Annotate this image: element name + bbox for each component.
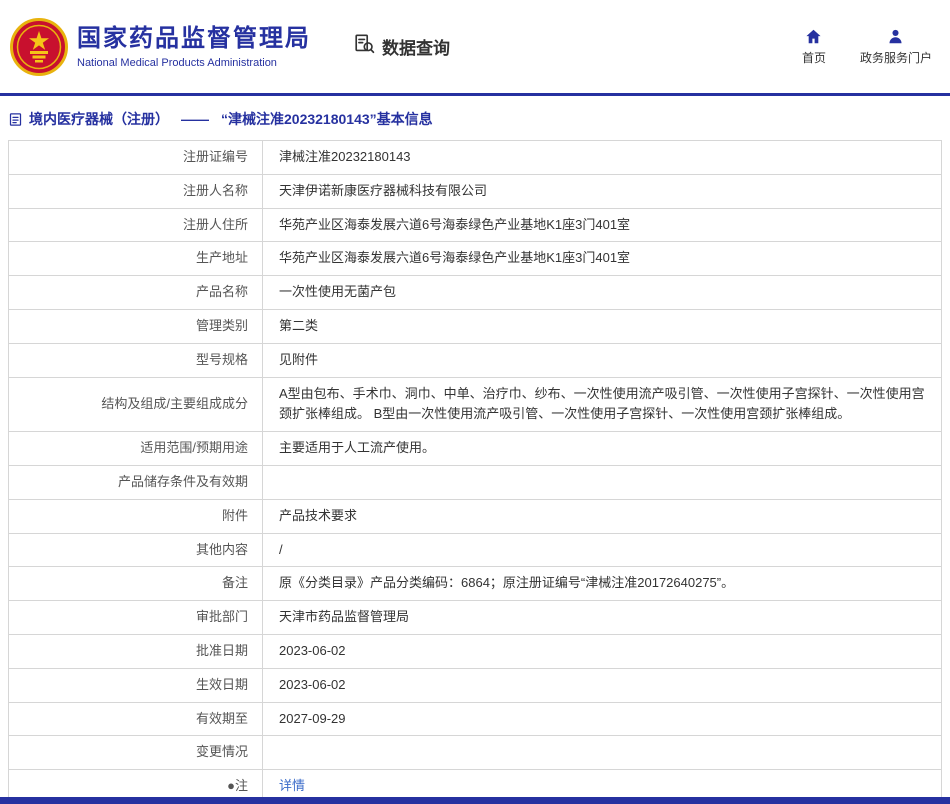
- header-divider: [0, 93, 950, 96]
- row-value: [262, 735, 942, 771]
- info-table-body: 注册证编号 津械注准20232180143 注册人名称 天津伊诺新康医疗器械科技…: [8, 140, 942, 804]
- site-header: 国家药品监督管理局 National Medical Products Admi…: [0, 0, 950, 93]
- row-value: 天津伊诺新康医疗器械科技有限公司: [262, 173, 942, 209]
- row-value: 第二类: [262, 308, 942, 344]
- row-label: 适用范围/预期用途: [8, 431, 263, 466]
- table-row: 审批部门 天津市药品监督管理局: [8, 600, 942, 635]
- row-label: 生产地址: [8, 241, 263, 277]
- table-row: 有效期至 2027-09-29: [8, 701, 942, 737]
- table-row: 注册证编号 津械注准20232180143: [8, 140, 942, 175]
- table-row: 备注 原《分类目录》产品分类编码：6864；原注册证编号“津械注准2017264…: [8, 566, 942, 602]
- row-value: 华苑产业区海泰发展六道6号海泰绿色产业基地K1座3门401室: [262, 241, 942, 277]
- table-row: 注册人住所 华苑产业区海泰发展六道6号海泰绿色产业基地K1座3门401室: [8, 207, 942, 243]
- nav-portal[interactable]: 政务服务门户: [860, 28, 932, 66]
- info-table: 注册证编号 津械注准20232180143 注册人名称 天津伊诺新康医疗器械科技…: [8, 140, 942, 804]
- row-value: 主要适用于人工流产使用。: [262, 431, 942, 466]
- breadcrumb: 境内医疗器械（注册） —— “津械注准20232180143”基本信息: [8, 109, 942, 129]
- row-label: 其他内容: [8, 532, 263, 568]
- row-value: 见附件: [262, 342, 942, 378]
- site-logo: 国家药品监督管理局 National Medical Products Admi…: [10, 17, 311, 76]
- table-row: 生效日期 2023-06-02: [8, 667, 942, 703]
- row-value: A型由包布、手术巾、洞巾、中单、治疗巾、纱布、一次性使用流产吸引管、一次性使用子…: [262, 376, 942, 433]
- row-label: 有效期至: [8, 701, 263, 737]
- header-nav: 首页 政务服务门户: [802, 28, 936, 66]
- breadcrumb-category: 境内医疗器械（注册）: [29, 111, 169, 127]
- table-row: 附件 产品技术要求: [8, 498, 942, 534]
- footer-bar: [0, 796, 950, 804]
- document-icon: [8, 112, 23, 127]
- table-row: 产品名称 一次性使用无菌产包: [8, 275, 942, 310]
- site-subtitle: National Medical Products Administration: [77, 57, 277, 69]
- row-label: 注册证编号: [8, 140, 263, 175]
- row-label: 注册人名称: [8, 173, 263, 209]
- row-label: 型号规格: [8, 342, 263, 378]
- site-titles: 国家药品监督管理局 National Medical Products Admi…: [77, 24, 311, 69]
- row-value: 2023-06-02: [262, 633, 942, 669]
- row-value: 华苑产业区海泰发展六道6号海泰绿色产业基地K1座3门401室: [262, 207, 942, 243]
- detail-link[interactable]: 详情: [279, 778, 305, 793]
- row-label: 产品名称: [8, 275, 263, 310]
- row-value: [262, 464, 942, 500]
- row-value: 一次性使用无菌产包: [262, 275, 942, 310]
- row-value: 天津市药品监督管理局: [262, 600, 942, 635]
- nav-home-label: 首页: [801, 50, 826, 65]
- row-label: 附件: [8, 498, 263, 534]
- nav-home[interactable]: 首页: [802, 28, 826, 66]
- table-row: 产品储存条件及有效期: [8, 464, 942, 500]
- row-value: 津械注准20232180143: [262, 140, 942, 175]
- table-row: 变更情况: [8, 735, 942, 771]
- row-label: 管理类别: [8, 308, 263, 344]
- row-label: 结构及组成/主要组成成分: [8, 376, 263, 433]
- data-query-tab[interactable]: 数据查询: [353, 33, 450, 60]
- table-row: 型号规格 见附件: [8, 342, 942, 378]
- table-row: 注册人名称 天津伊诺新康医疗器械科技有限公司: [8, 173, 942, 209]
- row-label: 产品储存条件及有效期: [8, 464, 263, 500]
- data-query-label: 数据查询: [382, 39, 450, 58]
- table-row: 管理类别 第二类: [8, 308, 942, 344]
- row-value: 原《分类目录》产品分类编码：6864；原注册证编号“津械注准2017264027…: [262, 566, 942, 602]
- row-value: 产品技术要求: [262, 498, 942, 534]
- row-label: 批准日期: [8, 633, 263, 669]
- table-row: 适用范围/预期用途 主要适用于人工流产使用。: [8, 431, 942, 466]
- row-label: 备注: [8, 566, 263, 602]
- table-row: 批准日期 2023-06-02: [8, 633, 942, 669]
- national-emblem-icon: [10, 17, 68, 76]
- site-title: 国家药品监督管理局: [77, 25, 311, 52]
- home-icon: [805, 28, 822, 45]
- row-value: 2027-09-29: [262, 701, 942, 737]
- row-label: 变更情况: [8, 735, 263, 771]
- row-value: 2023-06-02: [262, 667, 942, 703]
- row-label: 注册人住所: [8, 207, 263, 243]
- row-label: 生效日期: [8, 667, 263, 703]
- page-title: “津械注准20232180143”基本信息: [221, 111, 433, 127]
- row-value: /: [262, 532, 942, 568]
- nav-portal-label: 政务服务门户: [859, 50, 932, 65]
- row-label: 审批部门: [8, 600, 263, 635]
- document-magnifier-icon: [353, 33, 375, 60]
- table-row: 其他内容 /: [8, 532, 942, 568]
- table-row: 生产地址 华苑产业区海泰发展六道6号海泰绿色产业基地K1座3门401室: [8, 241, 942, 277]
- breadcrumb-separator: ——: [181, 111, 209, 127]
- table-row: 结构及组成/主要组成成分 A型由包布、手术巾、洞巾、中单、治疗巾、纱布、一次性使…: [8, 376, 942, 433]
- user-icon: [887, 28, 904, 45]
